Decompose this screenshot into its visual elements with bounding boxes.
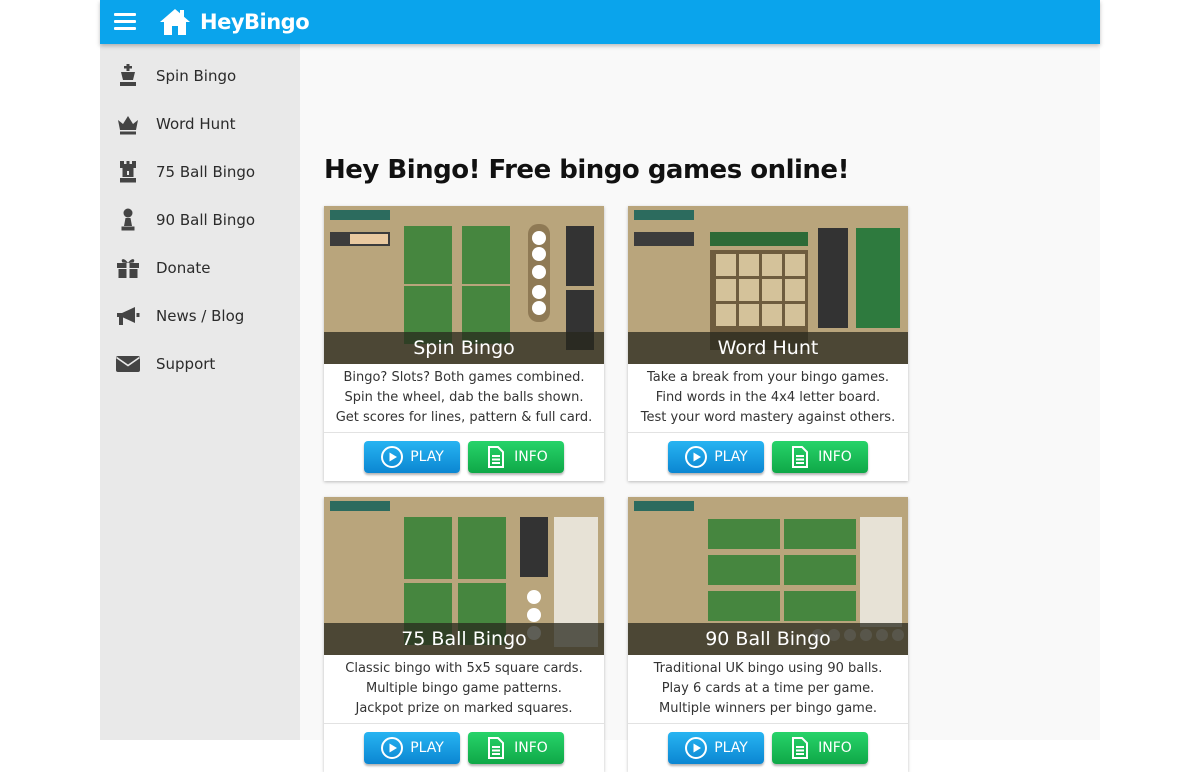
home-icon [160,9,190,35]
sidebar-item-label: Spin Bingo [156,67,237,85]
game-title: 90 Ball Bingo [628,623,908,655]
sidebar-item-label: 75 Ball Bingo [156,163,256,181]
card-actions: PLAY INFO [324,433,604,481]
description-line: Multiple bingo game patterns. [366,681,562,696]
description-line: Jackpot prize on marked squares. [355,701,573,716]
description-line: Take a break from your bingo games. [647,370,889,385]
description-line: Bingo? Slots? Both games combined. [343,370,585,385]
megaphone-icon [115,303,141,329]
sidebar-item-label: 90 Ball Bingo [156,211,256,229]
description-line: Multiple winners per bingo game. [659,701,877,716]
sidebar: Spin Bingo Word Hunt 75 Ball Bingo 90 Ba… [100,44,300,740]
game-thumbnail[interactable]: Spin Bingo [324,206,604,364]
sidebar-item-label: News / Blog [156,307,245,325]
game-thumbnail[interactable]: 90 Ball Bingo [628,497,908,655]
play-button-label: PLAY [714,740,748,756]
play-button[interactable]: PLAY [364,732,460,764]
game-description: Classic bingo with 5x5 square cards. Mul… [324,655,604,724]
play-circle-icon [685,446,708,468]
play-button[interactable]: PLAY [364,441,460,473]
info-button-label: INFO [818,740,852,756]
play-button[interactable]: PLAY [668,441,764,473]
play-circle-icon [381,446,404,468]
game-description: Bingo? Slots? Both games combined. Spin … [324,364,604,433]
sidebar-item-label: Word Hunt [156,115,236,133]
brand-name: HeyBingo [200,10,310,34]
sidebar-item-90-ball-bingo[interactable]: 90 Ball Bingo [100,196,300,244]
info-button-label: INFO [514,449,548,465]
sidebar-item-label: Support [156,355,216,373]
info-button[interactable]: INFO [772,441,868,473]
game-card-75-ball-bingo: 75 Ball Bingo Classic bingo with 5x5 squ… [324,497,604,772]
description-line: Play 6 cards at a time per game. [661,681,875,696]
info-button[interactable]: INFO [468,441,564,473]
card-actions: PLAY INFO [628,433,908,481]
play-button-label: PLAY [714,449,748,465]
play-button[interactable]: PLAY [668,732,764,764]
game-description: Take a break from your bingo games. Find… [628,364,908,433]
description-line: Classic bingo with 5x5 square cards. [345,661,583,676]
game-title: 75 Ball Bingo [324,623,604,655]
page: HeyBingo Spin Bingo Word Hunt 75 Ball Bi… [100,0,1100,772]
sidebar-item-75-ball-bingo[interactable]: 75 Ball Bingo [100,148,300,196]
sidebar-item-donate[interactable]: Donate [100,244,300,292]
description-line: Traditional UK bingo using 90 balls. [653,661,883,676]
game-card-90-ball-bingo: 90 Ball Bingo Traditional UK bingo using… [628,497,908,772]
play-button-label: PLAY [410,740,444,756]
chess-pawn-icon [115,207,141,233]
description-line: Get scores for lines, pattern & full car… [335,410,593,425]
description-line: Find words in the 4x4 letter board. [655,390,881,405]
envelope-icon [115,351,141,377]
game-title: Spin Bingo [324,332,604,364]
play-button-label: PLAY [410,449,444,465]
info-button-label: INFO [514,740,548,756]
game-thumbnail[interactable]: 75 Ball Bingo [324,497,604,655]
gift-icon [115,255,141,281]
sidebar-item-news-blog[interactable]: News / Blog [100,292,300,340]
sidebar-item-label: Donate [156,259,211,277]
sidebar-item-support[interactable]: Support [100,340,300,388]
card-actions: PLAY INFO [324,724,604,772]
document-icon [792,446,809,468]
game-thumbnail[interactable]: Word Hunt [628,206,908,364]
info-button[interactable]: INFO [772,732,868,764]
sidebar-item-spin-bingo[interactable]: Spin Bingo [100,52,300,100]
description-line: Spin the wheel, dab the balls shown. [344,390,584,405]
info-button[interactable]: INFO [468,732,564,764]
game-card-spin-bingo: Spin Bingo Bingo? Slots? Both games comb… [324,206,604,481]
top-app-bar: HeyBingo [100,0,1100,44]
page-title: Hey Bingo! Free bingo games online! [324,155,849,185]
brand-logo-link[interactable]: HeyBingo [158,0,310,44]
chess-rook-icon [115,159,141,185]
chess-king-icon [115,63,141,89]
hamburger-menu-icon[interactable] [114,11,136,33]
card-actions: PLAY INFO [628,724,908,772]
description-line: Test your word mastery against others. [640,410,896,425]
crown-icon [115,111,141,137]
game-title: Word Hunt [628,332,908,364]
document-icon [488,446,505,468]
game-description: Traditional UK bingo using 90 balls. Pla… [628,655,908,724]
info-button-label: INFO [818,449,852,465]
game-card-word-hunt: Word Hunt Take a break from your bingo g… [628,206,908,481]
sidebar-item-word-hunt[interactable]: Word Hunt [100,100,300,148]
